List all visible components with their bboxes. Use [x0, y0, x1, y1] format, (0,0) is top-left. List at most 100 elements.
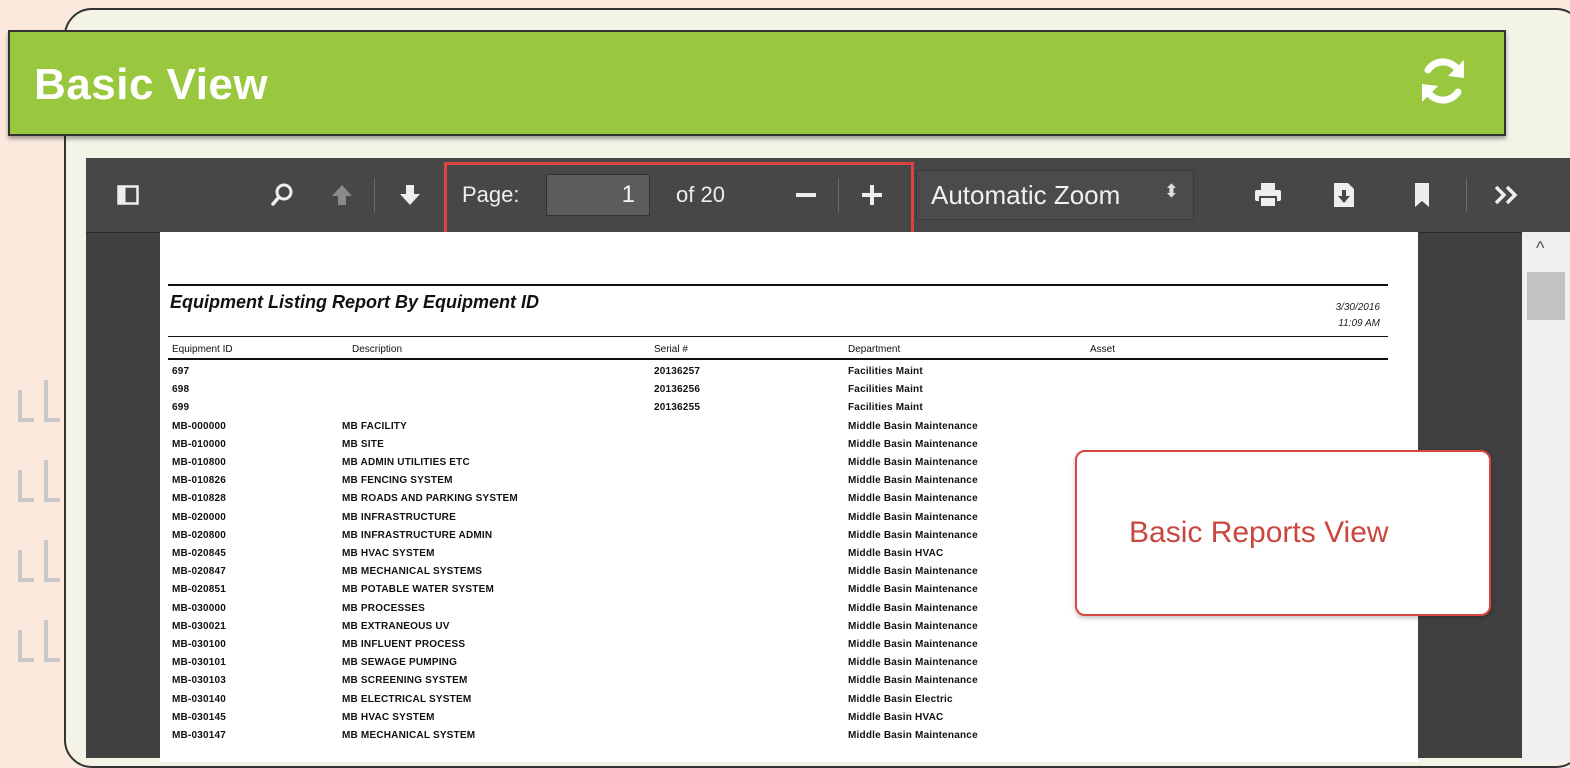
- column-header-serial: Serial #: [654, 344, 688, 355]
- bookmark-button[interactable]: [1402, 176, 1442, 214]
- table-row: MB-030103 MB SCREENING SYSTEM Middle Basin…: [160, 675, 1418, 693]
- table-row: MB-030147 MB MECHANICAL SYSTEM Middle Basi…: [160, 730, 1418, 748]
- table-cell: 698: [172, 384, 190, 396]
- column-header-description: Description: [352, 344, 403, 355]
- table-row: MB-030140 MB ELECTRICAL SYSTEM Middle Basi…: [160, 694, 1418, 712]
- table-cell: Middle Basin Electric: [848, 693, 953, 705]
- table-cell: MB-000000: [172, 420, 227, 432]
- toolbar-separator: [374, 178, 375, 212]
- table-cell: MB-030140: [172, 693, 227, 705]
- table-row: MB-030021 MB EXTRANEOUS UV Middle Basin Ma…: [160, 621, 1418, 639]
- column-header-asset: Asset: [1090, 344, 1116, 355]
- table-cell: Middle Basin Maintenance: [848, 730, 978, 741]
- double-chevron-right-icon: [1494, 185, 1518, 205]
- table-cell: MB HVAC SYSTEM: [342, 548, 435, 559]
- table-cell: MB MECHANICAL SYSTEMS: [342, 566, 483, 578]
- table-cell: MB-030000: [172, 602, 227, 614]
- page-controls-highlight: [444, 162, 914, 236]
- sidebar-toggle-icon: [117, 185, 139, 205]
- arrow-down-icon: [400, 185, 420, 205]
- find-button[interactable]: [262, 176, 302, 214]
- table-cell: MB-010828: [172, 493, 227, 505]
- table-cell: Middle Basin Maintenance: [848, 566, 978, 578]
- table-cell: MB PROCESSES: [342, 602, 425, 614]
- callout-box: Basic Reports View: [1075, 450, 1491, 616]
- table-cell: Middle Basin Maintenance: [848, 511, 978, 523]
- callout-text: Basic Reports View: [1129, 516, 1389, 549]
- sidebar-toggle-button[interactable]: [108, 176, 148, 214]
- table-cell: Middle Basin Maintenance: [848, 620, 978, 632]
- table-cell: MB INFRASTRUCTURE: [342, 511, 456, 523]
- report-date: 3/30/2016: [1335, 302, 1381, 313]
- table-cell: Facilities Maint: [848, 366, 923, 377]
- table-cell: MB SEWAGE PUMPING: [342, 657, 458, 669]
- previous-page-button[interactable]: [322, 176, 362, 214]
- table-cell: MB POTABLE WATER SYSTEM: [342, 584, 495, 596]
- refresh-icon[interactable]: [1416, 54, 1470, 108]
- table-cell: MB-020000: [172, 511, 227, 523]
- table-cell: Middle Basin Maintenance: [848, 639, 978, 650]
- table-cell: MB-030101: [172, 657, 227, 669]
- table-cell: 20136255: [654, 402, 701, 414]
- printer-icon: [1255, 183, 1281, 208]
- table-cell: MB-010826: [172, 475, 227, 487]
- table-cell: MB MECHANICAL SYSTEM: [342, 730, 476, 741]
- table-cell: Facilities Maint: [848, 402, 923, 414]
- table-row: MB-030100 MB INFLUENT PROCESS Middle Basin…: [160, 639, 1418, 657]
- table-cell: 20136257: [654, 366, 701, 377]
- table-row: MB-030145 MB HVAC SYSTEM Middle Basin HVAC: [160, 712, 1418, 730]
- table-cell: MB ROADS AND PARKING SYSTEM: [342, 493, 518, 505]
- table-cell: MB SITE: [342, 438, 384, 450]
- table-cell: MB-030103: [172, 675, 227, 687]
- table-cell: Middle Basin Maintenance: [848, 657, 978, 669]
- table-cell: Middle Basin Maintenance: [848, 493, 978, 505]
- table-cell: Middle Basin Maintenance: [848, 584, 978, 596]
- arrow-up-icon: [332, 185, 352, 205]
- table-cell: Middle Basin Maintenance: [848, 457, 978, 468]
- table-cell: 699: [172, 402, 190, 414]
- table-cell: MB-030100: [172, 639, 227, 650]
- zoom-select[interactable]: Automatic Zoom ⬍: [916, 170, 1194, 220]
- toolbar-separator: [1466, 178, 1467, 212]
- page-title: Basic View: [34, 60, 269, 109]
- table-cell: MB EXTRANEOUS UV: [342, 620, 450, 632]
- table-cell: MB INFLUENT PROCESS: [342, 639, 466, 650]
- report-time: 11:09 AM: [1338, 318, 1380, 329]
- column-header-department: Department: [848, 344, 901, 355]
- scrollbar-thumb[interactable]: [1527, 272, 1565, 320]
- table-cell: Middle Basin Maintenance: [848, 475, 978, 487]
- table-cell: MB-020847: [172, 566, 227, 578]
- column-header-rule: [168, 358, 1388, 360]
- download-icon: [1334, 183, 1354, 207]
- column-header-equipment-id: Equipment ID: [172, 344, 233, 355]
- table-cell: MB-030145: [172, 711, 227, 723]
- tools-menu-button[interactable]: [1484, 176, 1528, 214]
- table-cell: Facilities Maint: [848, 384, 923, 396]
- table-cell: MB ELECTRICAL SYSTEM: [342, 693, 472, 705]
- table-cell: MB-010000: [172, 438, 227, 450]
- table-cell: MB SCREENING SYSTEM: [342, 675, 468, 687]
- table-row: 699 20136255 Facilities Maint: [160, 402, 1418, 420]
- download-button[interactable]: [1322, 176, 1366, 214]
- table-cell: MB-020800: [172, 529, 227, 541]
- print-button[interactable]: [1246, 176, 1290, 214]
- bookmark-icon: [1415, 183, 1429, 207]
- vertical-scrollbar[interactable]: ^: [1522, 232, 1570, 762]
- table-cell: 20136256: [654, 384, 701, 396]
- top-rule: [168, 284, 1388, 286]
- table-cell: Middle Basin Maintenance: [848, 420, 978, 432]
- table-cell: MB-030147: [172, 730, 227, 741]
- table-cell: Middle Basin Maintenance: [848, 675, 978, 687]
- table-row: MB-030101 MB SEWAGE PUMPING Middle Basin M…: [160, 657, 1418, 675]
- header-bar: Basic View: [8, 30, 1506, 136]
- table-cell: Middle Basin HVAC: [848, 711, 944, 723]
- next-page-button[interactable]: [390, 176, 430, 214]
- table-cell: Middle Basin Maintenance: [848, 602, 978, 614]
- search-icon: [271, 183, 293, 206]
- table-row: MB-000000 MB FACILITY Middle Basin Mainten…: [160, 421, 1418, 439]
- scroll-up-icon[interactable]: ^: [1536, 238, 1544, 259]
- table-cell: MB FENCING SYSTEM: [342, 475, 453, 487]
- zoom-select-value: Automatic Zoom: [931, 179, 1121, 210]
- table-cell: Middle Basin Maintenance: [848, 529, 978, 541]
- bracket-lines-decoration: [18, 380, 60, 662]
